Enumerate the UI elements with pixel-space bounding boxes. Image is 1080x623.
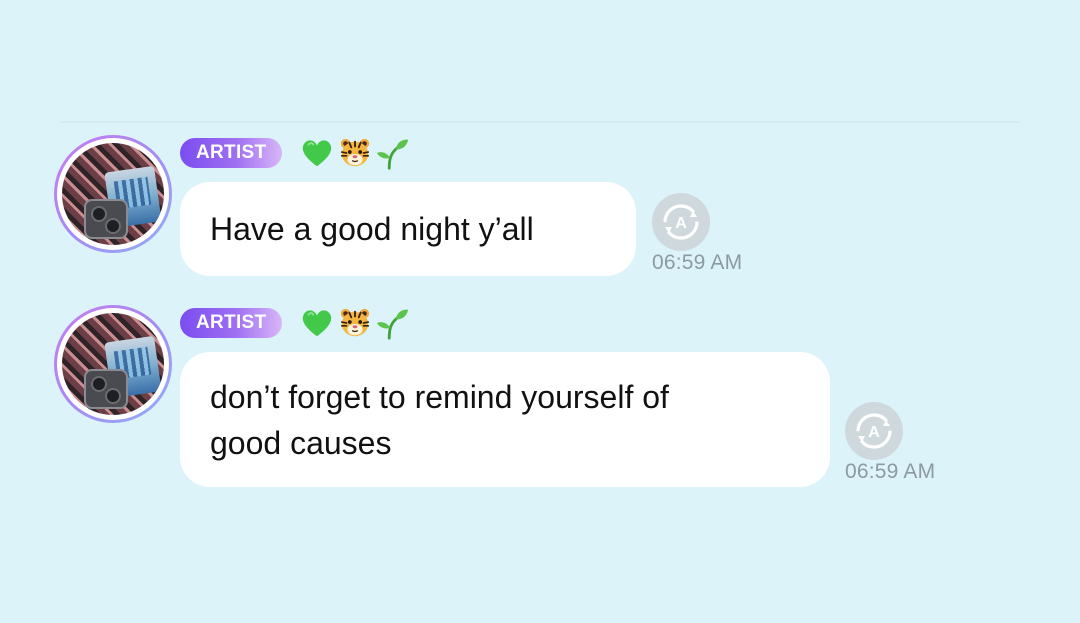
artist-badge: ARTIST	[180, 138, 283, 168]
emoji-group	[300, 306, 410, 340]
sender-row: ARTIST	[180, 306, 410, 340]
green-heart-icon	[303, 140, 332, 167]
svg-text:A: A	[868, 424, 880, 441]
green-heart-icon	[303, 310, 332, 337]
avatar[interactable]	[54, 135, 172, 253]
translate-button[interactable]: A	[652, 193, 710, 251]
tiger-face-icon	[341, 308, 370, 337]
artist-badge: ARTIST	[180, 308, 283, 338]
avatar-photo	[62, 313, 164, 415]
message-text: don’t forget to remind yourself of good …	[210, 378, 669, 461]
seedling-icon	[377, 309, 409, 340]
message-bubble[interactable]: Have a good night y’all	[180, 182, 636, 276]
translate-icon: A	[856, 413, 892, 449]
message-timestamp: 06:59 AM	[652, 251, 743, 274]
tiger-face-icon	[341, 138, 370, 167]
avatar[interactable]	[54, 305, 172, 423]
message-timestamp: 06:59 AM	[845, 460, 936, 483]
svg-text:A: A	[675, 215, 687, 232]
translate-button[interactable]: A	[845, 402, 903, 460]
avatar-photo	[62, 143, 164, 245]
sender-row: ARTIST	[180, 136, 410, 170]
seedling-icon	[377, 139, 409, 170]
translate-icon: A	[663, 204, 699, 240]
emoji-group	[300, 136, 410, 170]
message-bubble[interactable]: don’t forget to remind yourself of good …	[180, 352, 830, 487]
section-divider	[60, 121, 1020, 123]
message-text: Have a good night y’all	[210, 211, 534, 247]
